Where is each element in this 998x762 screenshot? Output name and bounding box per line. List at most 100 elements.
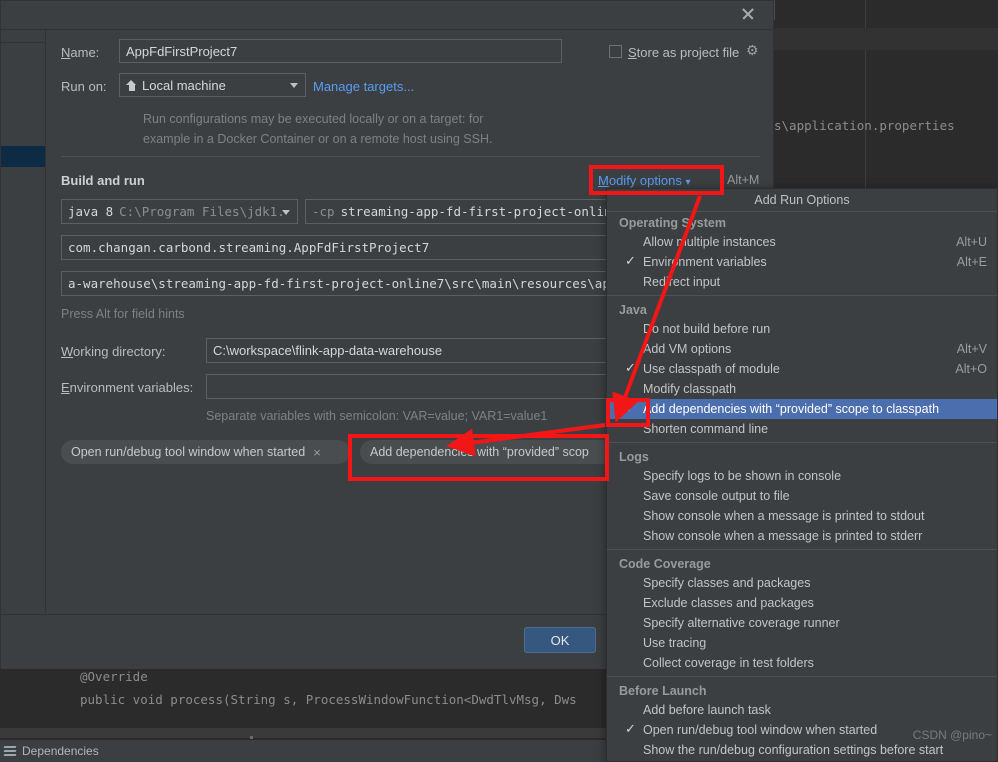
run-on-label: Run on: [61,79,107,94]
annotation-box-modify-options [589,165,724,195]
popup-menu-item[interactable]: Collect coverage in test folders [607,653,997,673]
popup-menu-item-shortcut: Alt+V [956,342,987,356]
popup-menu-item-label: Shorten command line [643,422,769,436]
watermark: CSDN @pino~ [912,728,992,742]
check-icon: ✓ [625,360,636,375]
name-label: NName:ame: [61,45,100,60]
run-on-description-line-2: example in a Docker Container or on a re… [143,132,493,146]
popup-menu-item-label: Exclude classes and packages [643,596,814,610]
popup-group-title: Operating System [619,216,726,230]
run-on-select[interactable]: Local machine [119,73,306,97]
section-divider [61,156,760,157]
popup-menu-item-label: Show the run/debug configuration setting… [643,743,944,757]
popup-menu-item-label: Modify classpath [643,382,737,396]
popup-group-divider [607,295,997,296]
popup-menu-item-label: Use tracing [643,636,707,650]
popup-group-divider [607,442,997,443]
editor-highlight-row [774,28,998,50]
popup-menu-item-label: Show console when a message is printed t… [643,529,923,543]
popup-group-title: Java [619,303,647,317]
popup-menu-item-label: Specify alternative coverage runner [643,616,840,630]
close-icon[interactable] [735,1,761,27]
manage-targets-link[interactable]: Manage targets... [313,79,414,94]
dependencies-icon [3,746,17,757]
cp-prefix: -cp [312,204,335,219]
build-and-run-title: Build and run [61,173,145,188]
popup-menu-item[interactable]: Show the run/debug configuration setting… [607,740,997,760]
popup-menu-item[interactable]: Shorten command line [607,419,997,439]
store-as-project-file-label: Store as project file [628,45,740,60]
editor-fold-row [0,728,620,738]
status-bar-dependencies-label[interactable]: Dependencies [22,744,99,758]
popup-menu-item[interactable]: ✓ Add dependencies with “provided” scope … [607,399,997,419]
popup-menu-item[interactable]: Add before launch task [607,700,997,720]
code-line-properties: s\application.properties [774,118,955,133]
popup-menu-item[interactable]: Allow multiple instances Alt+U [607,232,997,252]
popup-menu-item[interactable]: Specify classes and packages [607,573,997,593]
popup-menu-item-label: Specify classes and packages [643,576,811,590]
popup-menu-item[interactable]: Use tracing [607,633,997,653]
popup-menu-item[interactable]: Show console when a message is printed t… [607,506,997,526]
jdk-value: java 8 [68,204,114,219]
editor-edge-line [774,0,775,20]
code-line-override: @Override [80,669,148,684]
popup-menu-item-label: Show console when a message is printed t… [643,509,925,523]
popup-menu-item-label: Do not build before run [643,322,771,336]
gear-icon[interactable] [746,42,760,59]
popup-menu-item-label: Environment variables [643,255,767,269]
store-as-project-file-checkbox[interactable] [609,45,622,58]
check-icon: ✓ [625,253,636,268]
popup-menu-item[interactable]: ✓ Environment variables Alt+E [607,252,997,272]
popup-menu-item[interactable]: Show console when a message is printed t… [607,526,997,546]
popup-group-title: Before Launch [619,684,707,698]
popup-menu-item-shortcut: Alt+E [956,255,987,269]
popup-menu-item[interactable]: Do not build before run [607,319,997,339]
popup-group-divider [607,549,997,550]
popup-group-divider [607,676,997,677]
popup-menu-item[interactable]: Save console output to file [607,486,997,506]
check-icon: ✓ [625,721,636,736]
popup-menu-item[interactable]: Redirect input [607,272,997,292]
jdk-select[interactable]: java 8 C:\Program Files\jdk1. [61,199,298,224]
popup-menu-item-shortcut: Alt+U [956,235,987,249]
field-hints-text: Press Alt for field hints [61,307,185,321]
popup-menu-item[interactable]: Specify alternative coverage runner [607,613,997,633]
popup-group-title: Code Coverage [619,557,711,571]
chip-close-icon[interactable]: × [313,445,321,460]
home-icon [126,79,137,91]
popup-menu-item-label: Allow multiple instances [643,235,776,249]
environment-variables-hint: Separate variables with semicolon: VAR=v… [206,409,548,423]
sidebar-item-selected[interactable] [1,146,45,167]
run-on-value: Local machine [142,77,226,93]
annotation-box-chip [348,434,609,481]
code-line-process: public void process(String s, ProcessWin… [80,692,577,707]
popup-menu-item-label: Add VM options [643,342,732,356]
jdk-chevron-down-icon [282,209,290,215]
popup-menu-item-label: Use classpath of module [643,362,780,376]
working-directory-label: Working directory: [61,344,166,359]
jdk-path: C:\Program Files\jdk1. [119,204,285,219]
chip-open-run-debug-tool-window[interactable]: Open run/debug tool window when started … [61,440,350,464]
cp-value: streaming-app-fd-first-project-online7 [340,204,627,219]
ok-button[interactable]: OK [524,627,596,653]
dialog-sidebar [1,30,46,613]
popup-menu-item[interactable]: Add VM options Alt+V [607,339,997,359]
annotation-box-checkbox [606,398,650,427]
popup-menu-item[interactable]: Specify logs to be shown in console [607,466,997,486]
modify-options-shortcut: Alt+M [727,173,760,187]
popup-group-title: Logs [619,450,649,464]
popup-menu-item[interactable]: Exclude classes and packages [607,593,997,613]
name-input[interactable]: AppFdFirstProject7 [119,39,562,63]
popup-menu-item-label: Save console output to file [643,489,790,503]
popup-menu-item-label: Collect coverage in test folders [643,656,814,670]
popup-menu-item-label: Add before launch task [643,703,771,717]
chevron-down-icon [290,83,298,88]
popup-menu-item-label: Add dependencies with “provided” scope t… [643,402,940,416]
popup-menu-item[interactable]: Modify classpath [607,379,997,399]
popup-menu-item[interactable]: ✓ Use classpath of module Alt+O [607,359,997,379]
add-run-options-popup: Add Run Options Operating System Allow mu… [606,188,998,762]
popup-menu-item-label: Redirect input [643,275,721,289]
popup-body: Operating System Allow multiple instances… [607,212,997,760]
popup-menu-item-label: Open run/debug tool window when started [643,723,878,737]
chip-label: Open run/debug tool window when started [71,445,306,459]
